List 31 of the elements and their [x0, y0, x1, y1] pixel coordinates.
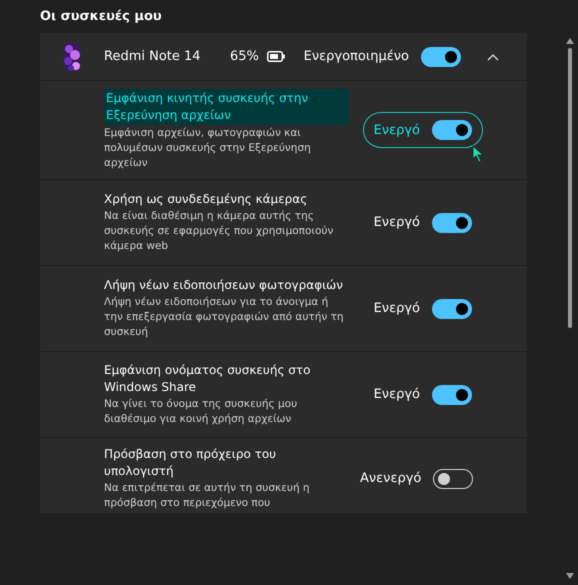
section-title: Οι συσκευές μου	[40, 8, 163, 26]
toggle-switch[interactable]	[432, 298, 472, 318]
device-name: Redmi Note 14	[104, 49, 202, 64]
toggle-state: Ενεργό	[374, 301, 420, 316]
toggle-state: Ενεργό	[374, 215, 420, 230]
device-status: Ενεργοποιημένο	[304, 49, 409, 64]
toggle-switch[interactable]	[432, 384, 472, 404]
scroll-thumb[interactable]	[568, 48, 572, 328]
setting-title: Πρόσβαση στο πρόχειρο του υπολογιστή	[104, 446, 278, 480]
battery-level: 65%	[230, 49, 259, 64]
cursor-icon	[472, 145, 484, 163]
toggle-switch[interactable]	[433, 468, 474, 488]
setting-description: Λήψη νέων ειδοποιήσεων για το άνοιγμα ή την επεξεργασία φωτογραφιών από αυτήν τη συσκευή	[104, 295, 345, 340]
setting-title: Εμφάνιση κινητής συσκευής στην Εξερεύνηση αρχείων	[104, 89, 349, 125]
battery-icon	[266, 51, 285, 62]
setting-description: Να είναι διαθέσιμη η κάμερα αυτής της συσκευής σε εφαρμογές που χρησιμοποιούν κάμερα web	[104, 209, 334, 254]
toggle-switch[interactable]	[432, 120, 472, 140]
toggle-switch[interactable]	[432, 212, 472, 232]
device-toggle[interactable]	[421, 46, 461, 66]
scroll-down-icon[interactable]	[566, 573, 574, 579]
toggle-state: Ανενεργό	[360, 471, 422, 486]
setting-title: Εμφάνιση ονόματος συσκευής στο Windows Share	[104, 362, 312, 396]
setting-description: Να επιτρέπεται σε αυτήν τη συσκευή η πρόσβαση στο περιεχόμενο που	[104, 481, 311, 511]
setting-title: Χρήση ως συνδεδεμένης κάμερας	[104, 191, 308, 208]
toggle-state: Ενεργό	[374, 122, 420, 138]
chevron-icon[interactable]	[487, 52, 499, 60]
setting-description: Να γίνει το όνομα της συσκευής μου διαθέσιμο για κοινή χρήση αρχείων	[104, 397, 298, 427]
setting-title: Λήψη νέων ειδοποιήσεων φωτογραφιών	[104, 277, 344, 294]
scroll-up-icon[interactable]	[566, 38, 574, 44]
toggle-state: Ενεργό	[374, 387, 420, 402]
setting-description: Εμφάνιση αρχείων, φωτογραφιών και πολυμέσων συσκευής στην Εξερεύνηση αρχείων	[104, 126, 312, 171]
